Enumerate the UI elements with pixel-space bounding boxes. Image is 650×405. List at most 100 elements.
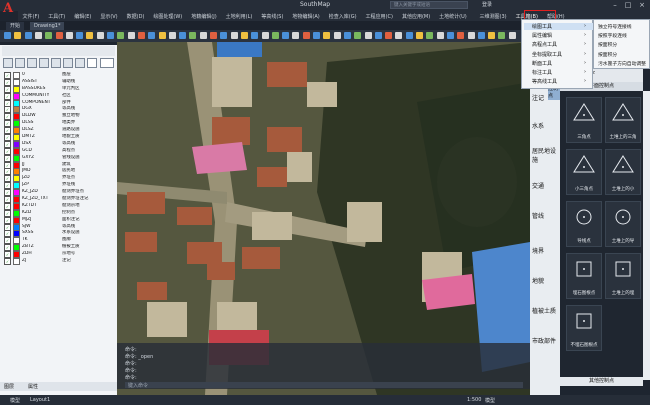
layer-search-input[interactable] (100, 58, 114, 68)
toolbar-tool-icon[interactable] (55, 32, 63, 39)
new-layer-icon[interactable] (3, 58, 13, 68)
toolbar-tool-icon[interactable] (302, 32, 310, 39)
layer-state-icon[interactable] (27, 58, 37, 68)
toolbar-tool-icon[interactable] (292, 32, 300, 39)
layer-row[interactable]: ✓ JJ 建筑 (4, 161, 114, 169)
toolbar-tool-icon[interactable] (405, 32, 413, 39)
symbol-cell[interactable]: 三角点 (566, 97, 602, 143)
toolbar-tool-icon[interactable] (477, 32, 485, 39)
tab-drawing1[interactable]: Drawing1* (30, 22, 65, 30)
layer-row[interactable]: ✓ TK 图廓 (4, 237, 114, 245)
maximize-icon[interactable]: □ (623, 0, 633, 10)
menu-view[interactable]: 显示(V) (96, 13, 122, 20)
toolbar-tool-icon[interactable] (333, 32, 341, 39)
tab-model[interactable]: 模型 (10, 397, 20, 404)
menu-file[interactable]: 文件(F) (18, 13, 44, 20)
dropdown-item[interactable]: 绘图工具 (524, 23, 598, 30)
category-4[interactable]: 管线 (532, 212, 558, 221)
toolbar-tool-icon[interactable] (508, 32, 516, 39)
layer-row[interactable]: ✓ ZJ 注记 (4, 258, 114, 265)
menu-other-app[interactable]: 其他应用(M) (397, 13, 434, 20)
symbol-cell[interactable]: 土堆上的埋 (605, 253, 641, 299)
menu-cadastre[interactable]: 地籍编辑(J) (187, 13, 221, 20)
layer-row[interactable]: ✓ JZP 界址线 (4, 182, 114, 190)
dropdown-item[interactable]: 断面工具 (532, 60, 552, 67)
toolbar-tool-icon[interactable] (240, 32, 248, 39)
menu-land-stat[interactable]: 土地统计(U) (435, 13, 472, 20)
dropdown-item[interactable]: 高程点工具 (532, 41, 557, 48)
toolbar-tool-icon[interactable] (374, 32, 382, 39)
category-8[interactable]: 市政部件 (532, 337, 558, 346)
layer-visible-checkbox[interactable]: ✓ (4, 258, 11, 265)
menu-landuse[interactable]: 土地利用(L) (221, 13, 257, 20)
layer-row[interactable]: ✓ KZD 控制点 (4, 209, 114, 217)
tab-properties[interactable]: 属性 (28, 383, 38, 390)
layer-row[interactable]: ✓ DLDW 独立地物 (4, 113, 114, 121)
toolbar-tool-icon[interactable] (24, 32, 32, 39)
layer-row[interactable]: ✓ SJW 等高线 (4, 223, 114, 231)
category-7[interactable]: 植被土质 (532, 307, 558, 316)
toolbar-tool-icon[interactable] (364, 32, 372, 39)
tab-layout1[interactable]: Layout1 (30, 397, 50, 403)
layer-color-swatch[interactable] (13, 258, 20, 265)
layer-freeze-icon[interactable] (51, 58, 61, 68)
scale-readout[interactable]: 1:500 (467, 397, 481, 403)
symbol-cell[interactable]: 埋石图根点 (566, 253, 602, 299)
toolbar-tool-icon[interactable] (467, 32, 475, 39)
layer-row[interactable]: ✓ COMPONENT 部件 (4, 99, 114, 107)
toolbar-tool-icon[interactable] (313, 32, 320, 39)
layer-row[interactable]: ✓ DSX 等高线 (4, 140, 114, 148)
toolbar-tool-icon[interactable] (251, 32, 259, 39)
right-panel-scrollbar[interactable] (643, 91, 650, 380)
layer-row[interactable]: ✓ KZ_JZD 勘测界址点 (4, 189, 114, 197)
toolbar-tool-icon[interactable] (271, 32, 279, 39)
toolbar-tool-icon[interactable] (65, 32, 73, 39)
layer-row[interactable]: ✓ KZ_JZD_TXT 勘测界址注记 (4, 195, 114, 203)
toolbar-tool-icon[interactable] (220, 32, 228, 39)
toolbar-tool-icon[interactable] (168, 32, 176, 39)
layer-row[interactable]: ✓ JZD 界址点 (4, 175, 114, 183)
menu-data[interactable]: 数据(D) (122, 13, 149, 20)
dropdown-item[interactable]: 坐标提取工具 (532, 51, 562, 58)
toolbar-tool-icon[interactable] (446, 32, 454, 39)
toolbar-tool-icon[interactable] (199, 32, 207, 39)
layer-row[interactable]: ✓ KZTDT 勘测宗地 (4, 202, 114, 210)
category-2[interactable]: 居民地设施 (532, 147, 558, 165)
submenu-item[interactable]: 污水篦子方向自动调整 (598, 60, 646, 67)
submenu-item[interactable]: 按面积分 (598, 41, 617, 48)
layer-row[interactable]: ✓ 0 图层 (4, 71, 114, 79)
category-5[interactable]: 境界 (532, 247, 558, 256)
submenu-item[interactable]: 按面积分 (598, 51, 617, 58)
menu-edit[interactable]: 编辑(E) (70, 13, 96, 20)
dropdown-item[interactable]: 等高线工具 (532, 78, 557, 85)
layer-row[interactable]: ✓ GCD 高程点 (4, 147, 114, 155)
layer-row[interactable]: ✓ JMD 居民地 (4, 168, 114, 176)
layer-lock-icon[interactable] (63, 58, 73, 68)
toolbar-tool-icon[interactable] (426, 32, 434, 39)
layer-row[interactable]: ✓ ZBTZ 植被土质 (4, 244, 114, 252)
toolbar-tool-icon[interactable] (107, 32, 114, 39)
toolbar-tool-icon[interactable] (498, 32, 506, 39)
layer-delete-icon[interactable] (75, 58, 85, 68)
menu-contour[interactable]: 等高线(S) (257, 13, 288, 20)
menu-engineering[interactable]: 工程应用(C) (361, 13, 397, 20)
toolbar-tool-icon[interactable] (395, 32, 403, 39)
app-logo-icon[interactable]: A (3, 1, 17, 17)
layer-row[interactable]: ✓ DLSZ 道路设施 (4, 127, 114, 135)
model-space-toggle[interactable]: 模型 (485, 397, 495, 404)
layer-row[interactable]: ✓ ASSIST 辅助线 (4, 78, 114, 86)
menu-tools[interactable]: 工具(T) (44, 13, 70, 20)
symbol-cell[interactable]: 小三角点 (566, 149, 602, 195)
toolbar-tool-icon[interactable] (86, 32, 94, 39)
layer-row[interactable]: ✓ MJZJ 面积注记 (4, 216, 114, 224)
toolbar-tool-icon[interactable] (416, 32, 423, 39)
symbol-cell[interactable]: 导线点 (566, 201, 602, 247)
dropdown-item[interactable]: 属性编辑 (532, 32, 552, 39)
menu-check[interactable]: 检查入库(G) (324, 13, 361, 20)
close-icon[interactable]: × (637, 0, 647, 10)
tab-start[interactable]: 开始 (6, 22, 25, 30)
symbol-cell[interactable]: 土堆上的三角 (605, 97, 641, 143)
toolbar-tool-icon[interactable] (354, 32, 362, 39)
toolbar-tool-icon[interactable] (158, 32, 166, 39)
symbol-cell[interactable]: 土堆上的导 (605, 201, 641, 247)
